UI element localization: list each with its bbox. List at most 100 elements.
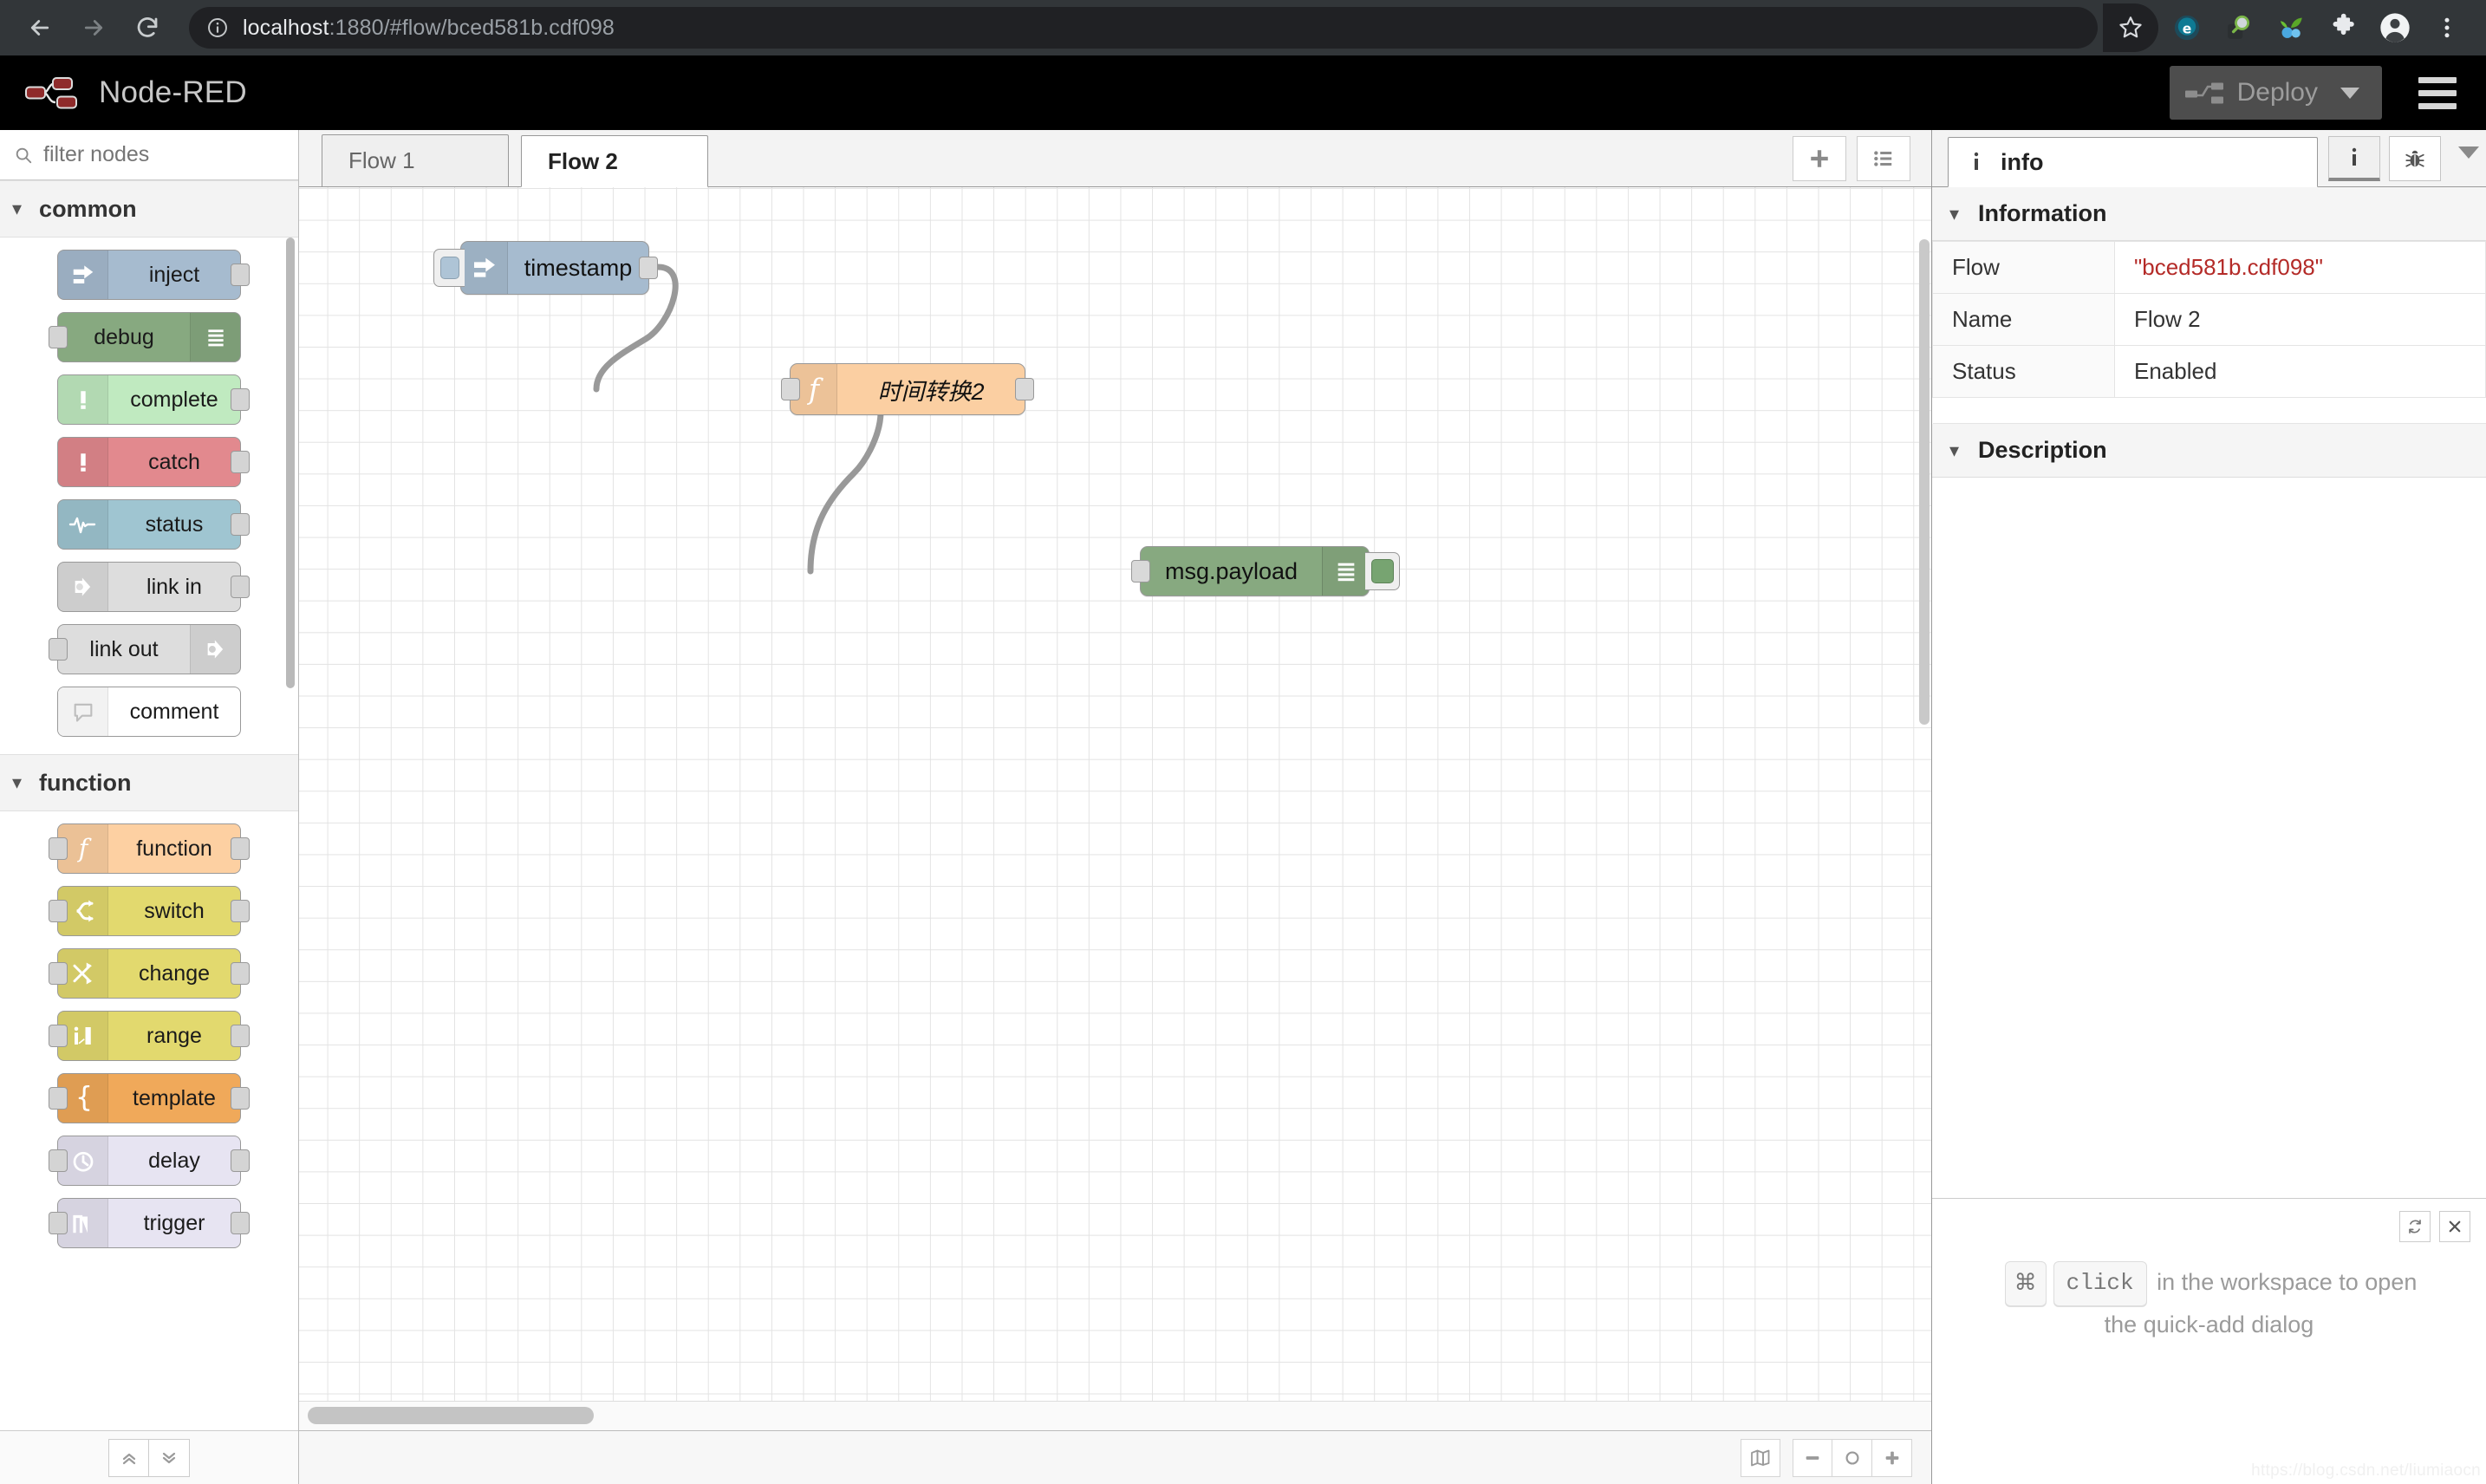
sidebar-tab-info[interactable]: info	[1948, 137, 2318, 187]
list-flows-button[interactable]	[1857, 136, 1910, 181]
palette-node-link-out[interactable]: link out	[49, 624, 241, 674]
node-input-port[interactable]	[1131, 560, 1150, 583]
tips-close-button[interactable]	[2439, 1211, 2470, 1242]
workspace-statusbar	[299, 1430, 1931, 1484]
flow-tab-2[interactable]: Flow 2	[521, 135, 708, 187]
browser-toolbar: localhost:1880/#flow/bced581b.cdf098 e	[0, 0, 2486, 55]
node-output-port[interactable]	[1015, 378, 1034, 400]
palette-node-function[interactable]: f function	[49, 823, 250, 874]
zoom-controls	[1793, 1438, 1912, 1477]
table-spacer-row	[1932, 397, 2486, 424]
sidebar-more-button[interactable]	[2458, 146, 2479, 159]
inject-arrow-icon	[58, 251, 108, 299]
palette-category-common[interactable]: ▾ common	[0, 180, 298, 238]
palette-node-debug[interactable]: debug	[49, 312, 241, 362]
tips-actions	[2399, 1211, 2470, 1242]
extension-leaf-button[interactable]	[2268, 4, 2314, 51]
back-button[interactable]	[16, 3, 64, 52]
node-input-port[interactable]	[49, 638, 68, 661]
search-input[interactable]	[43, 142, 284, 167]
node-output-port[interactable]	[231, 451, 250, 473]
palette-node-label: comment	[129, 699, 219, 724]
node-input-port[interactable]	[49, 900, 68, 922]
main-menu-icon	[2418, 76, 2457, 83]
collapse-all-button[interactable]	[108, 1438, 149, 1477]
palette-node-template[interactable]: { template	[49, 1073, 250, 1123]
flow-node-inject-timestamp[interactable]: timestamp	[433, 241, 658, 295]
palette-search[interactable]	[0, 130, 298, 180]
palette-node-comment[interactable]: comment	[57, 687, 241, 737]
flow-node-debug-msg-payload[interactable]: msg.payload	[1131, 546, 1400, 596]
node-output-port[interactable]	[231, 1025, 250, 1047]
node-output-port[interactable]	[231, 837, 250, 860]
node-output-port[interactable]	[231, 388, 250, 411]
chevron-down-icon[interactable]	[2340, 87, 2359, 99]
reload-button[interactable]	[123, 3, 172, 52]
sidebar-section-description[interactable]: ▾ Description	[1932, 424, 2486, 478]
palette-node-delay[interactable]: delay	[49, 1136, 250, 1186]
tips-next-button[interactable]	[2399, 1211, 2431, 1242]
site-info-icon[interactable]	[206, 16, 229, 39]
circle-icon	[1845, 1450, 1859, 1465]
node-output-port[interactable]	[231, 576, 250, 598]
palette-node-status[interactable]: status	[57, 499, 250, 550]
sidebar-tab-button-info[interactable]	[2328, 136, 2380, 181]
palette-node-change[interactable]: change	[49, 948, 250, 999]
sidebar-tab-button-debug[interactable]	[2389, 136, 2441, 181]
expand-all-button[interactable]	[149, 1438, 190, 1477]
node-input-port[interactable]	[49, 1212, 68, 1234]
palette-node-catch[interactable]: catch	[57, 437, 250, 487]
browser-menu-button[interactable]	[2424, 4, 2470, 51]
palette-node-link-in[interactable]: link in	[57, 562, 250, 612]
map-navigator-icon	[1751, 1449, 1770, 1466]
node-output-port[interactable]	[231, 513, 250, 536]
node-output-port[interactable]	[639, 257, 658, 279]
info-key: Status	[1932, 345, 2115, 398]
sidebar-section-information[interactable]: ▾ Information	[1932, 187, 2486, 241]
zoom-in-button[interactable]	[1872, 1438, 1912, 1477]
flow-canvas[interactable]: timestamp f 时间转换2 msg.payload	[299, 187, 1931, 1430]
forward-button[interactable]	[69, 3, 118, 52]
node-output-port[interactable]	[231, 1149, 250, 1172]
deploy-button[interactable]: Deploy	[2169, 66, 2382, 120]
node-output-port[interactable]	[231, 264, 250, 286]
canvas-vertical-scrollbar[interactable]	[1919, 239, 1930, 725]
node-input-port[interactable]	[49, 1025, 68, 1047]
palette-node-complete[interactable]: complete	[57, 374, 250, 425]
palette-scrollbar[interactable]	[286, 238, 295, 688]
zoom-reset-button[interactable]	[1832, 1438, 1872, 1477]
palette-node-inject[interactable]: inject	[57, 250, 250, 300]
navigator-button[interactable]	[1741, 1438, 1780, 1477]
palette-node-range[interactable]: range	[49, 1011, 250, 1061]
profile-button[interactable]	[2372, 4, 2418, 51]
canvas-scrollbar-thumb[interactable]	[308, 1407, 594, 1424]
node-input-port[interactable]	[781, 378, 800, 400]
bug-debug-icon	[2405, 150, 2424, 167]
extensions-button[interactable]	[2320, 4, 2366, 51]
canvas-horizontal-scrollbar[interactable]	[299, 1401, 1931, 1430]
palette-category-function[interactable]: ▾ function	[0, 754, 298, 811]
palette-node-switch[interactable]: switch	[49, 886, 250, 936]
node-input-port[interactable]	[49, 326, 68, 348]
debug-toggle-button[interactable]	[1365, 552, 1400, 590]
node-input-port[interactable]	[49, 1087, 68, 1110]
inject-trigger-button[interactable]	[433, 249, 465, 287]
bookmark-button[interactable]	[2103, 3, 2158, 52]
extension-e-button[interactable]: e	[2164, 4, 2210, 51]
link-in-icon	[58, 563, 108, 611]
zoom-out-button[interactable]	[1793, 1438, 1832, 1477]
node-input-port[interactable]	[49, 1149, 68, 1172]
main-menu-button[interactable]	[2411, 70, 2463, 116]
node-input-port[interactable]	[49, 962, 68, 985]
address-bar[interactable]: localhost:1880/#flow/bced581b.cdf098	[189, 7, 2098, 49]
node-output-port[interactable]	[231, 962, 250, 985]
node-output-port[interactable]	[231, 1212, 250, 1234]
flow-node-function-shijianzhuanhuan2[interactable]: f 时间转换2	[781, 363, 1034, 415]
node-output-port[interactable]	[231, 900, 250, 922]
add-flow-button[interactable]	[1793, 136, 1846, 181]
palette-node-trigger[interactable]: trigger	[49, 1198, 250, 1248]
node-input-port[interactable]	[49, 837, 68, 860]
flow-tab-1[interactable]: Flow 1	[322, 134, 509, 186]
node-output-port[interactable]	[231, 1087, 250, 1110]
extension-search-button[interactable]	[2216, 4, 2262, 51]
